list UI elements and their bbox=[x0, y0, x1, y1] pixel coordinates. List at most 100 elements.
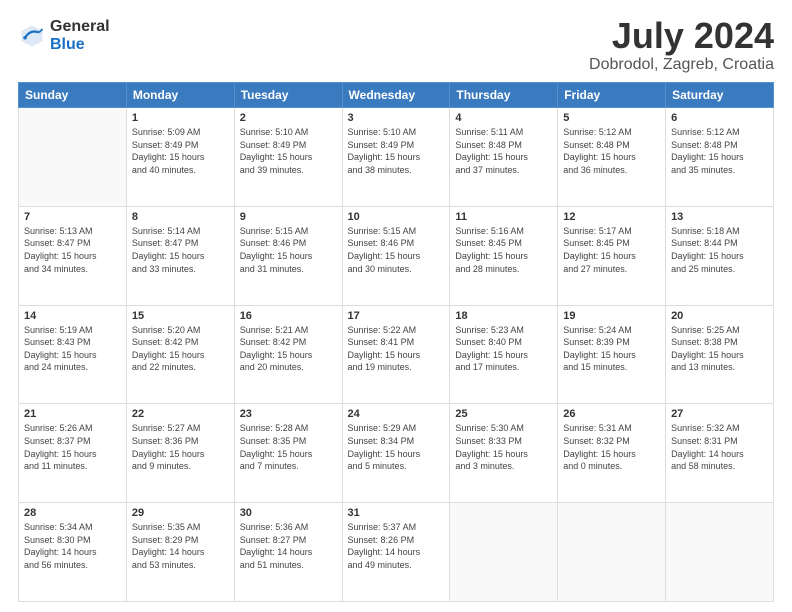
cell-info: Sunrise: 5:21 AMSunset: 8:42 PMDaylight:… bbox=[240, 324, 337, 374]
header: General Blue July 2024 Dobrodol, Zagreb,… bbox=[18, 18, 774, 74]
day-number: 16 bbox=[240, 310, 337, 322]
calendar-week-4: 21 Sunrise: 5:26 AMSunset: 8:37 PMDayligh… bbox=[19, 404, 774, 503]
cell-info: Sunrise: 5:34 AMSunset: 8:30 PMDaylight:… bbox=[24, 521, 121, 571]
table-row: 31 Sunrise: 5:37 AMSunset: 8:26 PMDayligh… bbox=[342, 503, 450, 602]
table-row: 14Sunrise: 5:19 AMSunset: 8:43 PMDayligh… bbox=[19, 305, 127, 404]
calendar-header-row: Sunday Monday Tuesday Wednesday Thursday… bbox=[19, 83, 774, 108]
table-row: 16 Sunrise: 5:21 AMSunset: 8:42 PMDayligh… bbox=[234, 305, 342, 404]
table-row: 4 Sunrise: 5:11 AMSunset: 8:48 PMDaylight… bbox=[450, 108, 558, 207]
table-row: 24 Sunrise: 5:29 AMSunset: 8:34 PMDayligh… bbox=[342, 404, 450, 503]
cell-info: Sunrise: 5:32 AMSunset: 8:31 PMDaylight:… bbox=[671, 422, 768, 472]
calendar-week-5: 28Sunrise: 5:34 AMSunset: 8:30 PMDayligh… bbox=[19, 503, 774, 602]
logo-general-text: General bbox=[50, 18, 110, 36]
table-row: 27Sunrise: 5:32 AMSunset: 8:31 PMDayligh… bbox=[666, 404, 774, 503]
day-number: 3 bbox=[348, 112, 445, 124]
day-number: 4 bbox=[455, 112, 552, 124]
day-number: 11 bbox=[455, 211, 552, 223]
day-number: 9 bbox=[240, 211, 337, 223]
table-row: 21 Sunrise: 5:26 AMSunset: 8:37 PMDayligh… bbox=[19, 404, 127, 503]
table-row: 22Sunrise: 5:27 AMSunset: 8:36 PMDayligh… bbox=[126, 404, 234, 503]
table-row: 10 Sunrise: 5:15 AMSunset: 8:46 PMDayligh… bbox=[342, 206, 450, 305]
table-row: 17 Sunrise: 5:22 AMSunset: 8:41 PMDayligh… bbox=[342, 305, 450, 404]
table-row: 30Sunrise: 5:36 AMSunset: 8:27 PMDayligh… bbox=[234, 503, 342, 602]
day-number: 29 bbox=[132, 507, 229, 519]
table-row: 20 Sunrise: 5:25 AMSunset: 8:38 PMDayligh… bbox=[666, 305, 774, 404]
cell-info: Sunrise: 5:23 AMSunset: 8:40 PMDaylight:… bbox=[455, 324, 552, 374]
day-number: 1 bbox=[132, 112, 229, 124]
cell-info: Sunrise: 5:31 AMSunset: 8:32 PMDaylight:… bbox=[563, 422, 660, 472]
table-row: 13Sunrise: 5:18 AMSunset: 8:44 PMDayligh… bbox=[666, 206, 774, 305]
cell-info: Sunrise: 5:24 AMSunset: 8:39 PMDaylight:… bbox=[563, 324, 660, 374]
cell-info: Sunrise: 5:26 AMSunset: 8:37 PMDaylight:… bbox=[24, 422, 121, 472]
table-row: 5Sunrise: 5:12 AMSunset: 8:48 PMDaylight… bbox=[558, 108, 666, 207]
cell-info: Sunrise: 5:15 AMSunset: 8:46 PMDaylight:… bbox=[240, 225, 337, 275]
col-monday: Monday bbox=[126, 83, 234, 108]
table-row bbox=[19, 108, 127, 207]
day-number: 10 bbox=[348, 211, 445, 223]
table-row: 25Sunrise: 5:30 AMSunset: 8:33 PMDayligh… bbox=[450, 404, 558, 503]
table-row: 9 Sunrise: 5:15 AMSunset: 8:46 PMDaylight… bbox=[234, 206, 342, 305]
day-number: 5 bbox=[563, 112, 660, 124]
day-number: 20 bbox=[671, 310, 768, 322]
table-row: 3 Sunrise: 5:10 AMSunset: 8:49 PMDaylight… bbox=[342, 108, 450, 207]
table-row: 12 Sunrise: 5:17 AMSunset: 8:45 PMDayligh… bbox=[558, 206, 666, 305]
cell-info: Sunrise: 5:28 AMSunset: 8:35 PMDaylight:… bbox=[240, 422, 337, 472]
day-number: 7 bbox=[24, 211, 121, 223]
day-number: 12 bbox=[563, 211, 660, 223]
day-number: 8 bbox=[132, 211, 229, 223]
day-number: 13 bbox=[671, 211, 768, 223]
day-number: 24 bbox=[348, 408, 445, 420]
col-friday: Friday bbox=[558, 83, 666, 108]
cell-info: Sunrise: 5:12 AMSunset: 8:48 PMDaylight:… bbox=[671, 126, 768, 176]
table-row: 29Sunrise: 5:35 AMSunset: 8:29 PMDayligh… bbox=[126, 503, 234, 602]
day-number: 18 bbox=[455, 310, 552, 322]
calendar-week-1: 1 Sunrise: 5:09 AMSunset: 8:49 PMDaylight… bbox=[19, 108, 774, 207]
cell-info: Sunrise: 5:16 AMSunset: 8:45 PMDaylight:… bbox=[455, 225, 552, 275]
col-sunday: Sunday bbox=[19, 83, 127, 108]
table-row: 26Sunrise: 5:31 AMSunset: 8:32 PMDayligh… bbox=[558, 404, 666, 503]
col-thursday: Thursday bbox=[450, 83, 558, 108]
cell-info: Sunrise: 5:10 AMSunset: 8:49 PMDaylight:… bbox=[348, 126, 445, 176]
day-number: 6 bbox=[671, 112, 768, 124]
day-number: 17 bbox=[348, 310, 445, 322]
cell-info: Sunrise: 5:11 AMSunset: 8:48 PMDaylight:… bbox=[455, 126, 552, 176]
day-number: 21 bbox=[24, 408, 121, 420]
cell-info: Sunrise: 5:19 AMSunset: 8:43 PMDaylight:… bbox=[24, 324, 121, 374]
cell-info: Sunrise: 5:17 AMSunset: 8:45 PMDaylight:… bbox=[563, 225, 660, 275]
cell-info: Sunrise: 5:37 AMSunset: 8:26 PMDaylight:… bbox=[348, 521, 445, 571]
cell-info: Sunrise: 5:13 AMSunset: 8:47 PMDaylight:… bbox=[24, 225, 121, 275]
logo: General Blue bbox=[18, 18, 110, 53]
page: General Blue July 2024 Dobrodol, Zagreb,… bbox=[0, 0, 792, 612]
table-row: 28Sunrise: 5:34 AMSunset: 8:30 PMDayligh… bbox=[19, 503, 127, 602]
logo-icon bbox=[18, 22, 46, 50]
day-number: 31 bbox=[348, 507, 445, 519]
cell-info: Sunrise: 5:15 AMSunset: 8:46 PMDaylight:… bbox=[348, 225, 445, 275]
table-row: 1 Sunrise: 5:09 AMSunset: 8:49 PMDaylight… bbox=[126, 108, 234, 207]
table-row: 15Sunrise: 5:20 AMSunset: 8:42 PMDayligh… bbox=[126, 305, 234, 404]
cell-info: Sunrise: 5:09 AMSunset: 8:49 PMDaylight:… bbox=[132, 126, 229, 176]
cell-info: Sunrise: 5:14 AMSunset: 8:47 PMDaylight:… bbox=[132, 225, 229, 275]
logo-blue-text: Blue bbox=[50, 36, 110, 54]
table-row bbox=[450, 503, 558, 602]
table-row bbox=[558, 503, 666, 602]
day-number: 19 bbox=[563, 310, 660, 322]
cell-info: Sunrise: 5:25 AMSunset: 8:38 PMDaylight:… bbox=[671, 324, 768, 374]
title-area: July 2024 Dobrodol, Zagreb, Croatia bbox=[589, 18, 774, 74]
col-saturday: Saturday bbox=[666, 83, 774, 108]
table-row: 2Sunrise: 5:10 AMSunset: 8:49 PMDaylight… bbox=[234, 108, 342, 207]
table-row: 18 Sunrise: 5:23 AMSunset: 8:40 PMDayligh… bbox=[450, 305, 558, 404]
day-number: 22 bbox=[132, 408, 229, 420]
cell-info: Sunrise: 5:29 AMSunset: 8:34 PMDaylight:… bbox=[348, 422, 445, 472]
col-tuesday: Tuesday bbox=[234, 83, 342, 108]
day-number: 23 bbox=[240, 408, 337, 420]
day-number: 25 bbox=[455, 408, 552, 420]
table-row: 8 Sunrise: 5:14 AMSunset: 8:47 PMDaylight… bbox=[126, 206, 234, 305]
col-wednesday: Wednesday bbox=[342, 83, 450, 108]
table-row: 6 Sunrise: 5:12 AMSunset: 8:48 PMDaylight… bbox=[666, 108, 774, 207]
cell-info: Sunrise: 5:22 AMSunset: 8:41 PMDaylight:… bbox=[348, 324, 445, 374]
calendar-week-2: 7 Sunrise: 5:13 AMSunset: 8:47 PMDaylight… bbox=[19, 206, 774, 305]
day-number: 15 bbox=[132, 310, 229, 322]
cell-info: Sunrise: 5:10 AMSunset: 8:49 PMDaylight:… bbox=[240, 126, 337, 176]
table-row: 7 Sunrise: 5:13 AMSunset: 8:47 PMDaylight… bbox=[19, 206, 127, 305]
calendar-table: Sunday Monday Tuesday Wednesday Thursday… bbox=[18, 82, 774, 602]
